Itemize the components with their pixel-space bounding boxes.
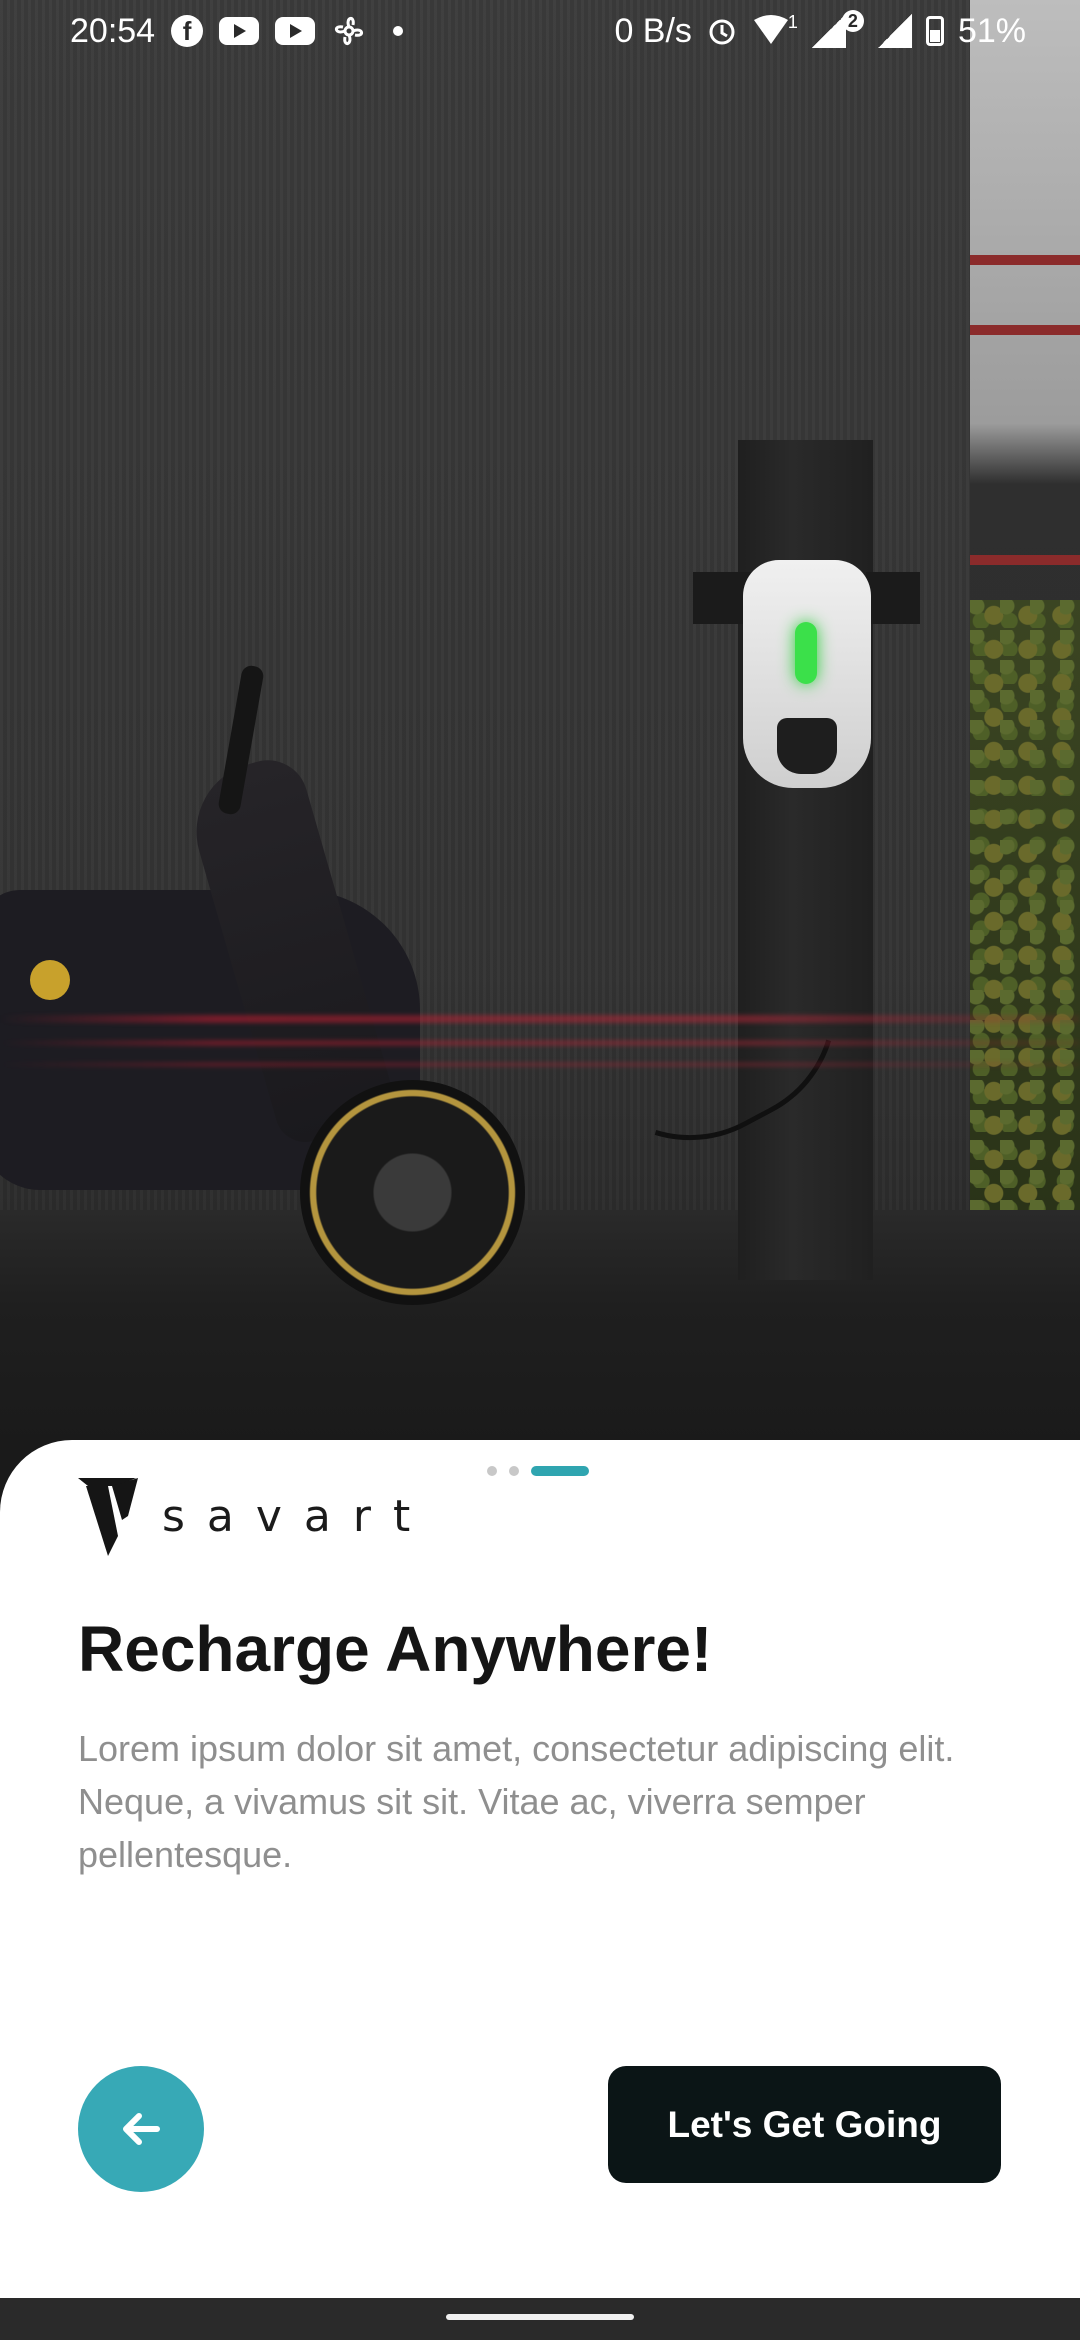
dot-icon — [393, 26, 404, 36]
fan-icon — [331, 13, 367, 49]
light-streak — [0, 1040, 1080, 1046]
gesture-nav-bar — [0, 2298, 1080, 2340]
youtube-icon — [219, 17, 260, 45]
light-streak — [0, 1062, 1080, 1067]
hedge — [970, 600, 1080, 1210]
sim-badge: 2 — [841, 10, 864, 32]
light-streak — [0, 1015, 1080, 1023]
arrow-left-icon — [123, 2113, 160, 2145]
red-pipe — [970, 325, 1080, 335]
battery-icon — [925, 16, 944, 46]
charger-bracket — [866, 572, 920, 624]
status-time: 20:54 — [70, 11, 156, 50]
red-pipe — [970, 555, 1080, 565]
charger-led — [795, 622, 817, 684]
scooter-wheel — [300, 1080, 525, 1305]
charger-socket — [777, 718, 837, 774]
home-handle[interactable] — [446, 2314, 634, 2320]
page-dot[interactable] — [509, 1466, 519, 1476]
lets-get-going-button[interactable]: Let's Get Going — [608, 2066, 1001, 2183]
signal-icon — [877, 14, 912, 48]
signal-icon — [811, 14, 846, 48]
alarm-icon — [706, 15, 738, 47]
back-button[interactable] — [78, 2066, 204, 2192]
ground — [0, 1210, 1080, 1450]
brand-name: savart — [162, 1490, 433, 1542]
brand-logo: savart — [78, 1476, 432, 1556]
page-dot-active[interactable] — [531, 1466, 589, 1476]
red-pipe — [970, 255, 1080, 265]
ev-charger — [743, 560, 871, 788]
onboarding-sheet: savart Recharge Anywhere! Lorem ipsum do… — [0, 1440, 1080, 2298]
network-speed: 0 B/s — [614, 11, 692, 50]
hero-image — [0, 0, 1080, 1450]
wifi-badge: 1 — [787, 11, 798, 32]
page-dot[interactable] — [487, 1466, 497, 1476]
youtube-icon — [275, 17, 316, 45]
wifi-icon — [752, 14, 790, 48]
battery-level: 51% — [957, 11, 1026, 50]
facebook-icon: f — [171, 15, 204, 47]
page-indicator — [487, 1466, 589, 1476]
onboarding-description: Lorem ipsum dolor sit amet, consectetur … — [78, 1728, 955, 1875]
status-bar: 20:54 f 0 B/s 1 2 51% — [0, 0, 1080, 62]
onboarding-title: Recharge Anywhere! — [78, 1613, 713, 1685]
savart-logo-icon — [78, 1478, 138, 1556]
scooter-accent — [30, 960, 70, 1000]
